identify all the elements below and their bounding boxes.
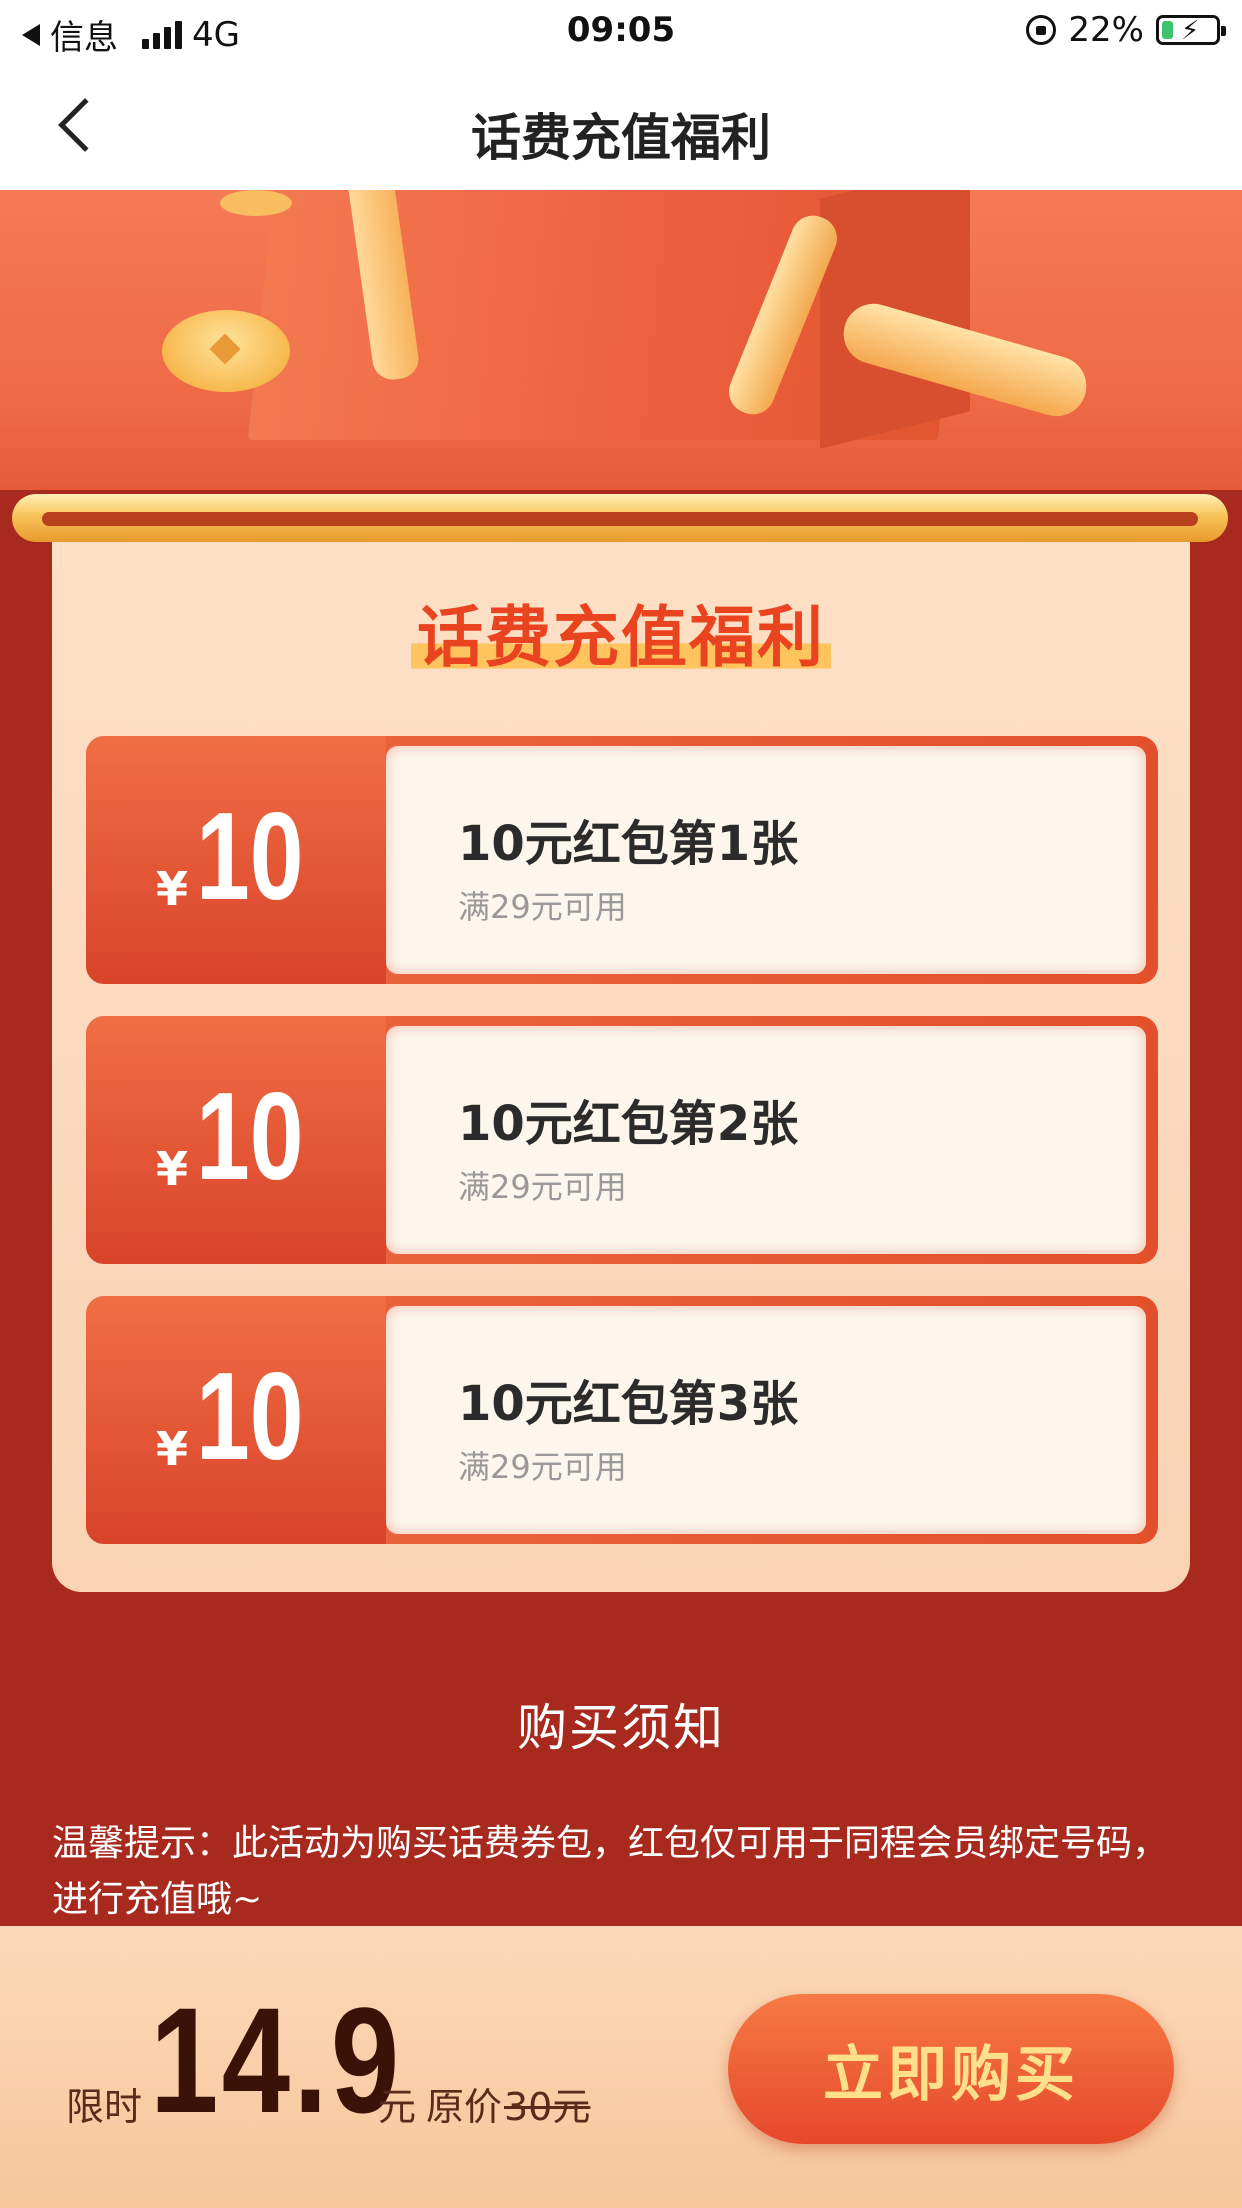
original-price: 30元 (504, 2085, 591, 2129)
nav-bar: 话费充值福利 (0, 64, 1242, 190)
coupon-panel: 话费充值福利 ¥ 10 10元红包第1张 满29元可用 ¥ 10 10元红包第2… (52, 512, 1190, 1592)
battery-fill (1162, 21, 1174, 39)
coin-icon (220, 190, 292, 216)
gift-banner (0, 190, 1242, 490)
price-unit: 元 (378, 2085, 417, 2129)
purchase-footer: 限时 14.9 元 原价 30元 立即购买 (0, 1926, 1242, 2208)
coupon-name: 10元红包第2张 (458, 1096, 799, 1152)
panel-title-wrap: 话费充值福利 (52, 584, 1190, 680)
coupon-name: 10元红包第1张 (458, 816, 799, 872)
coupon-condition: 满29元可用 (458, 1168, 627, 1206)
coupon-currency: ¥ (156, 1142, 189, 1196)
coupon-amount: 10 (196, 1068, 304, 1206)
coupon-name: 10元红包第3张 (458, 1376, 799, 1432)
status-right: 22% ⚡ (1026, 10, 1226, 50)
coupon-details: 10元红包第3张 满29元可用 (386, 1306, 1146, 1534)
original-price-label: 原价 (426, 2085, 503, 2129)
battery-percent: 22% (1068, 10, 1144, 50)
coupon-amount: 10 (196, 788, 304, 926)
coupon-currency: ¥ (156, 1422, 189, 1476)
rotation-lock-icon (1026, 15, 1057, 45)
coin-icon (162, 310, 290, 392)
notes-title: 购买须知 (517, 1699, 725, 1757)
coupon-card[interactable]: ¥ 10 10元红包第3张 满29元可用 (86, 1296, 1158, 1544)
coupon-card[interactable]: ¥ 10 10元红包第2张 满29元可用 (86, 1016, 1158, 1264)
coupon-amount: 10 (196, 1348, 304, 1486)
page-title: 话费充值福利 (471, 109, 771, 167)
coupon-currency: ¥ (156, 862, 189, 916)
coupon-value: ¥ 10 (86, 1016, 386, 1264)
panel-title: 话费充值福利 (411, 584, 831, 680)
coupon-details: 10元红包第2张 满29元可用 (386, 1026, 1146, 1254)
coupon-condition: 满29元可用 (458, 1448, 627, 1486)
sale-price: 14.9 (150, 1976, 403, 2144)
coupon-condition: 满29元可用 (458, 888, 627, 926)
coupon-details: 10元红包第1张 满29元可用 (386, 746, 1146, 974)
notes-text: 温馨提示：此活动为购买话费券包，红包仅可用于同程会员绑定号码，进行充值哦~ (52, 1823, 1169, 1920)
battery-icon: ⚡ (1156, 15, 1226, 46)
scroll-rod-decoration (12, 494, 1228, 542)
status-bar: 信息 4G 09:05 22% ⚡ (0, 0, 1242, 64)
coupon-value: ¥ 10 (86, 1296, 386, 1544)
buy-now-button[interactable]: 立即购买 (728, 1994, 1174, 2144)
coupon-value: ¥ 10 (86, 736, 386, 984)
coupon-card[interactable]: ¥ 10 10元红包第1张 满29元可用 (86, 736, 1158, 984)
charging-bolt-icon: ⚡ (1181, 16, 1200, 46)
price-prefix: 限时 (66, 2085, 143, 2129)
